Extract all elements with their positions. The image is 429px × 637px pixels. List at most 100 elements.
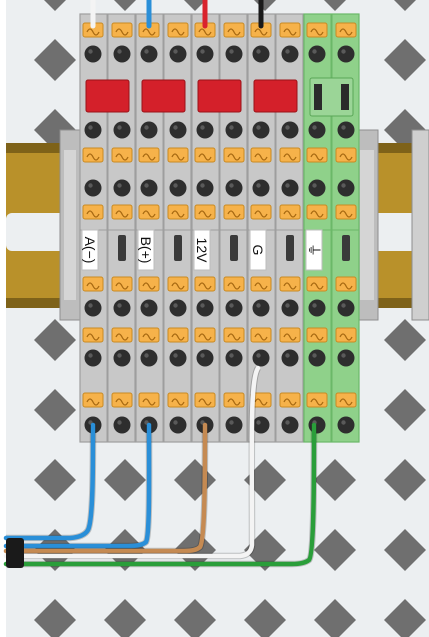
screw bbox=[140, 121, 158, 139]
test-socket bbox=[342, 235, 350, 261]
spring-clamp bbox=[194, 392, 216, 408]
screw bbox=[140, 299, 158, 317]
spring-clamp bbox=[82, 392, 104, 408]
screw bbox=[252, 45, 270, 63]
cable-jacket bbox=[6, 538, 24, 568]
screw bbox=[252, 179, 270, 197]
spring-clamp bbox=[138, 147, 160, 163]
test-socket bbox=[118, 235, 126, 261]
screw bbox=[196, 45, 214, 63]
test-socket bbox=[286, 235, 294, 261]
terminal-label: 12V bbox=[194, 238, 210, 264]
spring-clamp bbox=[82, 147, 104, 163]
spring-clamp bbox=[306, 22, 328, 38]
spring-clamp bbox=[279, 276, 301, 292]
spring-clamp bbox=[335, 147, 357, 163]
terminal-block-photo: A(−) B(+) 12V G ⏚ bbox=[0, 0, 429, 637]
spring-clamp bbox=[223, 147, 245, 163]
spring-clamp bbox=[111, 327, 133, 343]
spring-clamp bbox=[223, 204, 245, 220]
screw bbox=[169, 299, 187, 317]
screw bbox=[281, 299, 299, 317]
screw bbox=[169, 121, 187, 139]
spring-clamp bbox=[82, 204, 104, 220]
screw bbox=[281, 45, 299, 63]
spring-clamp bbox=[335, 22, 357, 38]
screw bbox=[281, 121, 299, 139]
screw bbox=[337, 349, 355, 367]
spring-clamp bbox=[138, 276, 160, 292]
spring-clamp bbox=[335, 392, 357, 408]
screw bbox=[337, 179, 355, 197]
screw bbox=[337, 416, 355, 434]
screw bbox=[308, 121, 326, 139]
screw bbox=[281, 179, 299, 197]
screw bbox=[169, 45, 187, 63]
spring-clamp bbox=[306, 392, 328, 408]
terminal-block: 12V bbox=[191, 13, 248, 443]
spring-clamp bbox=[335, 204, 357, 220]
spring-clamp bbox=[167, 327, 189, 343]
spring-clamp bbox=[167, 276, 189, 292]
spring-clamp bbox=[138, 392, 160, 408]
spring-clamp bbox=[111, 276, 133, 292]
spring-clamp bbox=[194, 276, 216, 292]
screw bbox=[140, 179, 158, 197]
spring-clamp bbox=[306, 147, 328, 163]
terminal-label: G bbox=[250, 245, 266, 256]
fuse-holder bbox=[253, 79, 298, 113]
spring-clamp bbox=[111, 22, 133, 38]
spring-clamp bbox=[250, 276, 272, 292]
screw bbox=[225, 299, 243, 317]
screw bbox=[225, 121, 243, 139]
spring-clamp bbox=[167, 22, 189, 38]
screw bbox=[84, 349, 102, 367]
spring-clamp bbox=[306, 327, 328, 343]
screw bbox=[337, 121, 355, 139]
spring-clamp bbox=[138, 204, 160, 220]
spring-clamp bbox=[279, 147, 301, 163]
screw bbox=[308, 349, 326, 367]
terminal-strip: A(−) B(+) 12V G ⏚ bbox=[79, 13, 360, 443]
spring-clamp bbox=[250, 147, 272, 163]
screw bbox=[113, 179, 131, 197]
screw bbox=[252, 121, 270, 139]
screw bbox=[169, 179, 187, 197]
spring-clamp bbox=[279, 204, 301, 220]
screw bbox=[140, 45, 158, 63]
screw bbox=[113, 299, 131, 317]
screw bbox=[113, 349, 131, 367]
screw bbox=[84, 179, 102, 197]
fuse-holder bbox=[197, 79, 242, 113]
spring-clamp bbox=[167, 392, 189, 408]
spring-clamp bbox=[306, 276, 328, 292]
screw bbox=[252, 299, 270, 317]
screw bbox=[337, 45, 355, 63]
terminal-label: ⏚ bbox=[306, 243, 322, 257]
spring-clamp bbox=[82, 276, 104, 292]
spring-clamp bbox=[167, 204, 189, 220]
screw bbox=[113, 45, 131, 63]
screw bbox=[196, 349, 214, 367]
screw bbox=[113, 121, 131, 139]
spring-clamp bbox=[279, 327, 301, 343]
screw bbox=[196, 299, 214, 317]
screw bbox=[308, 299, 326, 317]
spring-clamp bbox=[223, 276, 245, 292]
spring-clamp bbox=[306, 204, 328, 220]
screw bbox=[337, 299, 355, 317]
screw bbox=[140, 349, 158, 367]
spring-clamp bbox=[167, 147, 189, 163]
screw bbox=[169, 416, 187, 434]
screw bbox=[225, 179, 243, 197]
terminal-block: A(−) bbox=[79, 13, 136, 443]
spring-clamp bbox=[138, 327, 160, 343]
screw bbox=[308, 45, 326, 63]
test-socket bbox=[174, 235, 182, 261]
screw bbox=[169, 349, 187, 367]
spring-clamp bbox=[250, 204, 272, 220]
fuse-holder bbox=[85, 79, 130, 113]
terminal-block: ⏚ bbox=[303, 13, 360, 443]
screw bbox=[225, 45, 243, 63]
screw bbox=[84, 121, 102, 139]
